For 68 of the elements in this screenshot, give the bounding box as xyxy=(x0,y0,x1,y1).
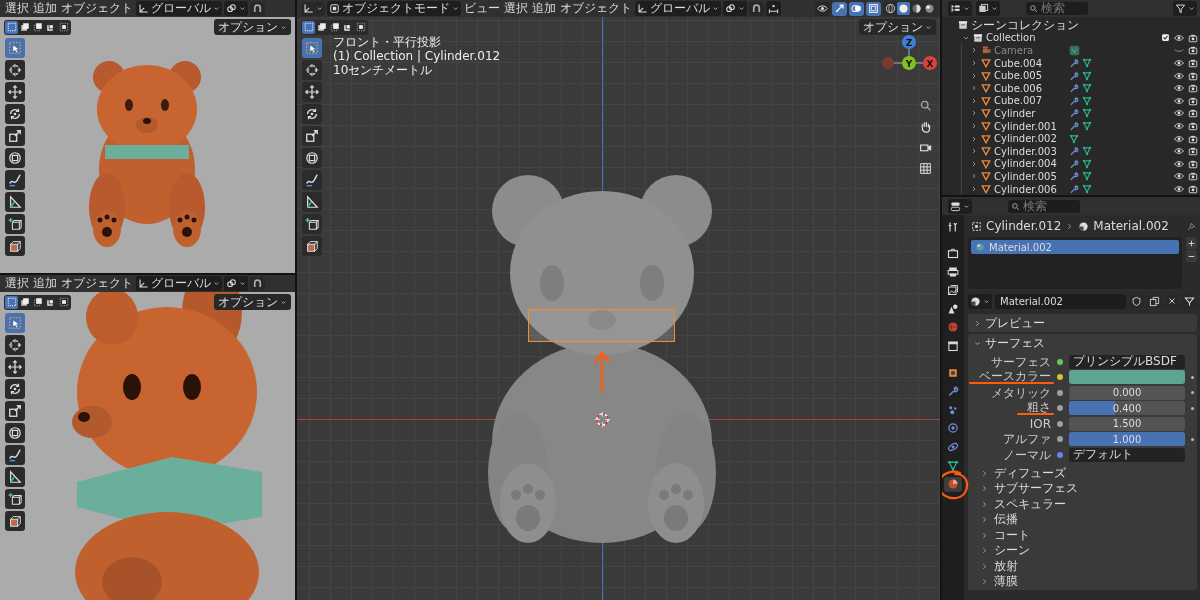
menu-item[interactable]: 追加 xyxy=(32,276,58,291)
object-name[interactable]: Cylinder.003 xyxy=(994,145,1066,157)
value-slider[interactable]: 0.000 xyxy=(1069,385,1185,400)
menu-item[interactable]: ビュー xyxy=(463,1,501,16)
object-name[interactable]: Cylinder xyxy=(994,107,1066,119)
object-name[interactable]: Cylinder.005 xyxy=(994,170,1066,182)
menu-item[interactable]: オブジェクト xyxy=(60,1,134,16)
menu-item[interactable]: オブジェクト xyxy=(60,276,134,291)
panel-header[interactable]: サーフェス xyxy=(968,334,1197,352)
search-placeholder: 検索 xyxy=(1023,197,1047,215)
field-label: 粗さ xyxy=(1027,401,1051,414)
orientation-dropdown[interactable]: グローバル xyxy=(635,1,721,16)
collection-name: Collection xyxy=(986,32,1036,44)
field-label: ベースカラー xyxy=(979,370,1051,383)
axis-handle[interactable]: Z xyxy=(902,35,916,49)
shader-field[interactable]: プリンシプルBSDF xyxy=(1069,354,1185,369)
menu-item[interactable]: 選択 xyxy=(503,1,529,16)
subpanel-header[interactable]: ディフューズ xyxy=(968,465,1066,481)
options-dropdown[interactable]: オプション xyxy=(214,19,291,35)
viewport-info-text: フロント・平行投影 xyxy=(333,36,442,49)
field-label: メタリック xyxy=(991,386,1051,399)
object-name[interactable]: Cube.007 xyxy=(994,95,1066,107)
menu-item[interactable]: 選択 xyxy=(4,276,30,291)
options-dropdown[interactable]: オプション xyxy=(859,19,936,35)
subpanel-header[interactable]: シーン xyxy=(968,543,1030,559)
breadcrumb-item[interactable]: Cylinder.012 xyxy=(986,219,1062,233)
mode-dropdown[interactable]: オブジェクトモード xyxy=(327,1,461,16)
object-name[interactable]: Cube.006 xyxy=(994,82,1066,94)
object-name[interactable]: Cylinder.004 xyxy=(994,158,1066,170)
object-name[interactable]: Cylinder.001 xyxy=(994,120,1066,132)
options-dropdown[interactable]: オプション xyxy=(214,294,291,310)
menu-item[interactable]: 選択 xyxy=(4,1,30,16)
viewport-info-text: (1) Collection | Cylinder.012 xyxy=(333,50,501,63)
subpanel-header[interactable]: 放射 xyxy=(968,558,1018,574)
vector-field[interactable]: デフォルト xyxy=(1069,447,1185,462)
panel-header[interactable]: プレビュー xyxy=(968,314,1197,332)
subpanel-header[interactable]: 伝播 xyxy=(968,512,1018,528)
material-slot[interactable]: Material.002 xyxy=(971,240,1179,254)
field-label: アルファ xyxy=(1003,433,1051,446)
orientation-dropdown[interactable]: グローバル xyxy=(136,276,222,291)
subpanel-header[interactable]: 薄膜 xyxy=(968,574,1018,590)
object-name[interactable]: Cube.005 xyxy=(994,70,1066,82)
axis-handle[interactable]: X xyxy=(923,56,937,70)
scene-collection-label: シーンコレクション xyxy=(971,16,1079,33)
object-name[interactable]: Cylinder.006 xyxy=(994,183,1066,195)
field-label: IOR xyxy=(1029,417,1051,430)
subpanel-header[interactable]: サブサーフェス xyxy=(968,481,1078,497)
field-label: サーフェス xyxy=(991,355,1051,368)
axis-handle[interactable]: Y xyxy=(902,56,916,70)
search-field[interactable]: 検索 xyxy=(1008,199,1080,213)
viewport-info-text: 10センチメートル xyxy=(333,64,434,77)
menu-item[interactable]: オブジェクト xyxy=(559,1,633,16)
orientation-dropdown[interactable]: グローバル xyxy=(136,1,222,16)
search-placeholder: 検索 xyxy=(1041,0,1065,17)
number-field[interactable]: 1.500 xyxy=(1069,416,1185,431)
menu-item[interactable]: 追加 xyxy=(531,1,557,16)
object-name[interactable]: Cube.004 xyxy=(994,57,1066,69)
object-name[interactable]: Camera xyxy=(994,45,1066,56)
breadcrumb-item[interactable]: Material.002 xyxy=(1093,219,1169,233)
menu-item[interactable]: 追加 xyxy=(32,1,58,16)
value-slider[interactable]: 1.000 xyxy=(1069,432,1185,447)
subpanel-header[interactable]: コート xyxy=(968,527,1030,543)
subpanel-header[interactable]: スペキュラー xyxy=(968,496,1066,512)
material-name-field[interactable]: Material.002 xyxy=(995,293,1126,309)
field-label: ノーマル xyxy=(1003,448,1051,461)
object-name[interactable]: Cylinder.002 xyxy=(994,133,1066,145)
navigation-gizmo[interactable]: Z Y X xyxy=(879,33,939,77)
search-field[interactable]: 検索 xyxy=(1026,2,1088,15)
